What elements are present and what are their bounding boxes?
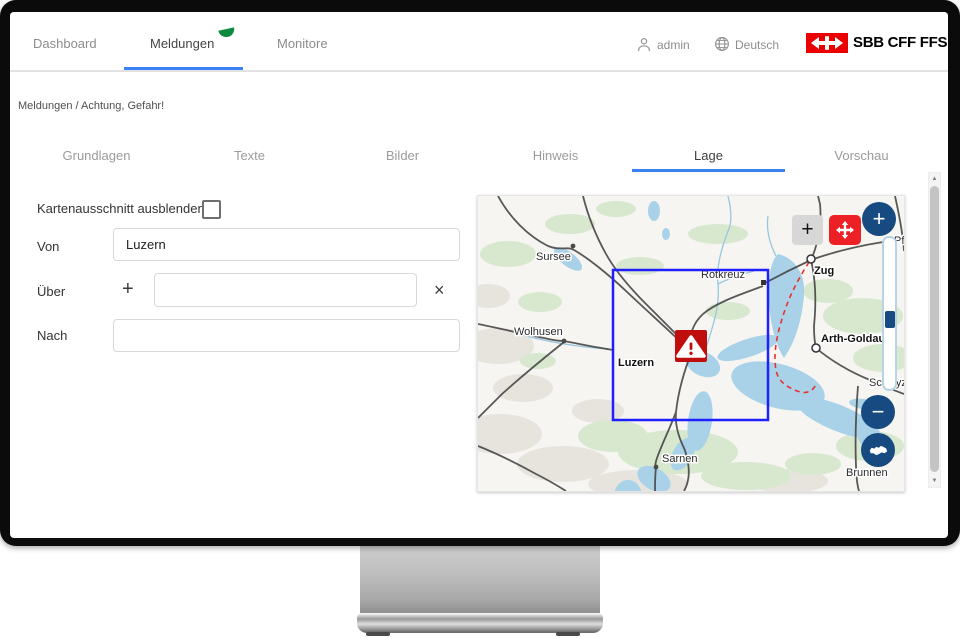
move-arrows-icon [835,220,855,240]
monitor-stand-base [357,613,603,633]
reset-extent-button[interactable] [861,433,895,467]
minus-icon: − [872,401,885,423]
map-label-arth-goldau: Arth-Goldau [821,333,885,345]
draw-extent-button[interactable]: + [792,215,823,245]
monitor-stand [360,545,600,613]
scroll-down-arrow[interactable]: ▼ [929,475,940,487]
top-nav: Dashboard Meldungen Monitore admin Deuts… [10,12,948,72]
map-label-zug: Zug [814,265,834,277]
plus-icon: + [873,208,886,230]
nav-item-monitore[interactable]: Monitore [277,36,328,51]
ueber-input[interactable] [154,273,417,307]
monitor-bezel: Dashboard Meldungen Monitore admin Deuts… [0,0,960,546]
ueber-label: Über [37,284,65,299]
map-panel: Sursee Rotkreuz Zug Pfäffikon Wolhusen L… [477,195,905,492]
nav-item-meldungen[interactable]: Meldungen [150,36,214,51]
map-label-luzern: Luzern [618,357,654,369]
monitor-foot [556,632,580,636]
zoom-out-button[interactable]: − [861,395,895,429]
tab-texte[interactable]: Texte [173,145,326,171]
breadcrumb: Meldungen / Achtung, Gefahr! [18,100,164,112]
map-label-brunnen: Brunnen [846,467,888,479]
meldungen-badge-icon [218,27,235,38]
von-label: Von [37,239,59,254]
tab-hinweis[interactable]: Hinweis [479,145,632,171]
plus-icon: + [801,218,813,242]
user-name[interactable]: admin [657,38,690,52]
zoom-slider-handle[interactable] [885,311,895,328]
sbb-logo-icon [806,33,848,53]
scroll-up-arrow[interactable]: ▲ [929,173,940,185]
von-input[interactable] [113,228,460,261]
nav-item-dashboard[interactable]: Dashboard [33,36,97,51]
move-marker-button[interactable] [829,215,861,245]
scrollbar-thumb[interactable] [930,186,939,472]
active-nav-underline [124,67,243,70]
tab-lage[interactable]: Lage [632,145,785,171]
zoom-in-button[interactable]: + [862,202,896,236]
tab-bilder[interactable]: Bilder [326,145,479,171]
content-scrollbar[interactable]: ▲ ▼ [928,172,941,488]
add-via-icon[interactable]: + [122,278,134,301]
monitor-foot [366,632,390,636]
globe-icon [714,36,730,57]
tab-grundlagen[interactable]: Grundlagen [20,145,173,171]
language-selector[interactable]: Deutsch [735,38,779,52]
map-label-wolhusen: Wolhusen [514,326,563,338]
hide-map-label: Kartenausschnitt ausblenden [37,201,205,216]
hide-map-checkbox[interactable] [202,200,221,219]
active-tab-underline [632,169,785,172]
nach-label: Nach [37,328,67,343]
map-label-sursee: Sursee [536,251,571,263]
brand-text: SBB CFF FFS [853,34,947,51]
warning-marker-icon[interactable] [675,330,707,362]
switzerland-icon [867,443,889,458]
tab-bar: Grundlagen Texte Bilder Hinweis Lage Vor… [20,145,938,171]
nach-input[interactable] [113,319,460,352]
user-icon [637,37,651,57]
app-window: Dashboard Meldungen Monitore admin Deuts… [10,12,948,538]
map-label-sarnen: Sarnen [662,453,697,465]
zoom-slider[interactable] [882,236,897,391]
tab-vorschau[interactable]: Vorschau [785,145,938,171]
clear-via-icon[interactable]: × [434,280,445,301]
tab-lage-label: Lage [694,148,723,163]
